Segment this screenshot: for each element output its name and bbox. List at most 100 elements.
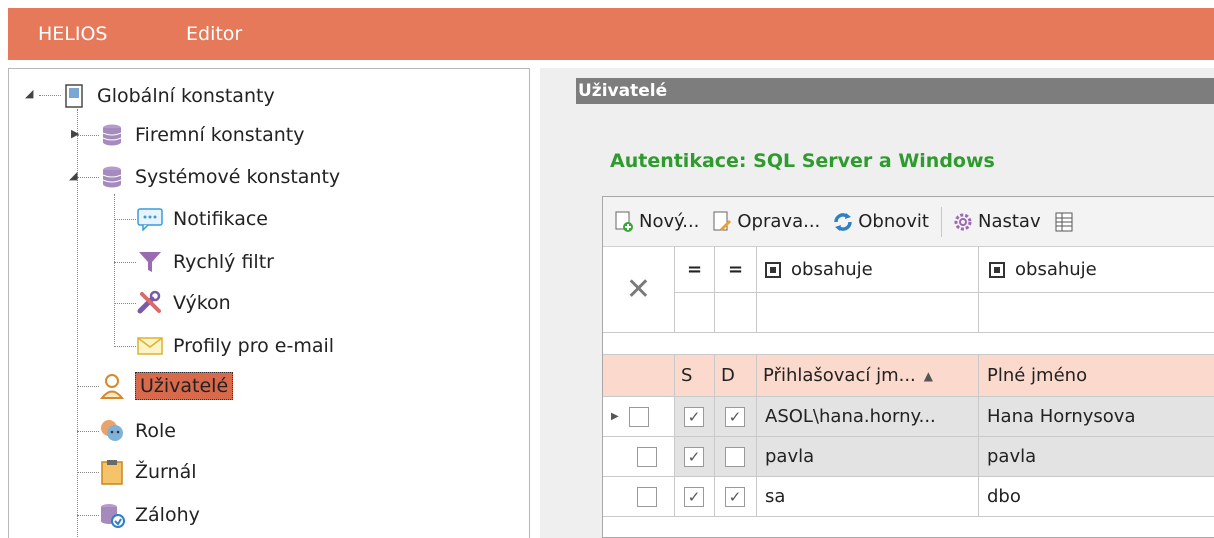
- tree-item-role[interactable]: Role: [99, 414, 176, 448]
- tree-item-vykon[interactable]: Výkon: [137, 286, 231, 320]
- grid-toolbar: Nový... Oprava... Obnovit Nastav: [603, 197, 1214, 247]
- filter-operator-s[interactable]: =: [675, 247, 715, 293]
- toolbar-separator: [941, 206, 942, 237]
- expand-toggle-firemni[interactable]: ▶: [71, 127, 79, 140]
- cell-login[interactable]: sa: [757, 477, 979, 517]
- column-header-s[interactable]: S: [675, 355, 715, 397]
- tree-connector: [114, 303, 136, 304]
- filter-input-s[interactable]: [675, 293, 715, 333]
- row-select-checkbox[interactable]: [637, 446, 657, 467]
- tree-connector: [39, 95, 61, 96]
- backup-database-icon: [99, 502, 125, 528]
- filter-operator-name[interactable]: obsahuje: [979, 247, 1214, 293]
- edit-document-icon: [711, 211, 733, 233]
- cell-s[interactable]: ✓: [675, 397, 715, 437]
- filter-operator-label: obsahuje: [1015, 259, 1097, 280]
- authentication-label: Autentikace: SQL Server a Windows: [610, 150, 995, 172]
- checkbox-d[interactable]: ✓: [725, 406, 745, 427]
- tools-icon: [137, 290, 163, 316]
- tree-item-profily-email[interactable]: Profily pro e-mail: [137, 329, 334, 363]
- cell-name[interactable]: dbo: [979, 477, 1214, 517]
- new-document-icon: [613, 211, 635, 233]
- settings-button[interactable]: Nastav: [952, 211, 1041, 233]
- tree-item-notifikace[interactable]: Notifikace: [137, 202, 268, 236]
- refresh-button-label: Obnovit: [858, 211, 929, 232]
- tree-item-label: Profily pro e-mail: [173, 335, 335, 357]
- table-row[interactable]: ▶: [603, 397, 675, 437]
- new-button[interactable]: Nový...: [613, 211, 699, 233]
- checkbox-s[interactable]: ✓: [684, 406, 704, 427]
- tree-item-rychly-filtr[interactable]: Rychlý filtr: [137, 245, 274, 279]
- tree-item-label: Globální konstanty: [97, 85, 275, 107]
- checkbox-d[interactable]: ✓: [725, 486, 745, 507]
- tree-item-systemove-konstanty[interactable]: Systémové konstanty: [99, 160, 340, 194]
- tree-connector: [114, 262, 136, 263]
- refresh-button[interactable]: Obnovit: [832, 211, 929, 233]
- filter-spacer: [603, 333, 1214, 355]
- operator-icon: [765, 261, 781, 278]
- tree-connector: [77, 386, 99, 387]
- masks-icon: [99, 418, 125, 444]
- tree-item-label: Role: [135, 420, 176, 442]
- database-icon: [99, 122, 125, 148]
- gear-icon: [952, 211, 974, 233]
- table-row[interactable]: [603, 477, 675, 517]
- column-header-label: Přihlašovací jm...: [763, 365, 916, 386]
- tree-item-label: Systémové konstanty: [135, 166, 341, 188]
- filter-operator-d[interactable]: =: [715, 247, 757, 293]
- filter-input-login[interactable]: [757, 293, 979, 333]
- filter-operator-login[interactable]: obsahuje: [757, 247, 979, 293]
- cell-d[interactable]: [715, 437, 757, 477]
- clipboard-icon: [99, 459, 125, 485]
- cell-name[interactable]: Hana Hornysova: [979, 397, 1214, 437]
- tree-item-zurnal[interactable]: Žurnál: [99, 455, 197, 489]
- tree-item-zalohy[interactable]: Zálohy: [99, 498, 200, 532]
- sort-ascending-icon: ▲: [923, 368, 934, 383]
- tree-connector: [77, 472, 99, 473]
- menu-editor[interactable]: Editor: [186, 8, 242, 60]
- columns-button[interactable]: [1053, 211, 1079, 233]
- checkbox-s[interactable]: ✓: [684, 446, 704, 467]
- user-icon: [99, 373, 125, 399]
- cell-s[interactable]: ✓: [675, 437, 715, 477]
- tree-item-globalni-konstanty[interactable]: Globální konstanty: [61, 79, 275, 113]
- top-bar: HELIOS Editor: [8, 8, 1214, 60]
- cell-name[interactable]: pavla: [979, 437, 1214, 477]
- column-header-d[interactable]: D: [715, 355, 757, 397]
- tree-item-firemni-konstanty[interactable]: Firemní konstanty: [99, 118, 305, 152]
- table-columns-icon: [1053, 211, 1075, 233]
- menu-helios[interactable]: HELIOS: [38, 8, 108, 60]
- close-icon: ✕: [625, 272, 652, 307]
- edit-button[interactable]: Oprava...: [711, 211, 820, 233]
- tree-item-label: Notifikace: [173, 208, 268, 230]
- cell-d[interactable]: ✓: [715, 477, 757, 517]
- tree-connector: [77, 515, 99, 516]
- checkbox-s[interactable]: ✓: [684, 486, 704, 507]
- filter-input-name[interactable]: [979, 293, 1214, 333]
- tree-connector: [114, 219, 136, 220]
- cell-d[interactable]: ✓: [715, 397, 757, 437]
- cell-s[interactable]: ✓: [675, 477, 715, 517]
- row-select-checkbox[interactable]: [637, 486, 657, 507]
- tree-item-label: Uživatelé: [135, 372, 234, 400]
- cell-login[interactable]: ASOL\hana.horny...: [757, 397, 979, 437]
- tree-item-label: Zálohy: [135, 504, 200, 526]
- tree-item-label: Firemní konstanty: [135, 124, 305, 146]
- collapse-toggle-systemove[interactable]: ◢: [69, 169, 77, 182]
- row-select-checkbox[interactable]: [628, 406, 649, 427]
- tree-connector: [114, 346, 136, 347]
- checkbox-d[interactable]: [725, 446, 745, 467]
- table-row[interactable]: [603, 437, 675, 477]
- clear-filter-button[interactable]: ✕: [603, 247, 675, 333]
- users-grid: Nový... Oprava... Obnovit Nastav ✕ = = o…: [602, 196, 1214, 538]
- column-header-name[interactable]: Plné jméno: [979, 355, 1214, 397]
- column-header-login[interactable]: Přihlašovací jm... ▲: [757, 355, 979, 397]
- cell-login[interactable]: pavla: [757, 437, 979, 477]
- filter-input-d[interactable]: [715, 293, 757, 333]
- refresh-icon: [832, 211, 854, 233]
- settings-button-label: Nastav: [978, 211, 1041, 232]
- content-panel: Uživatelé Autentikace: SQL Server a Wind…: [540, 68, 1214, 538]
- tree-item-uzivatele[interactable]: Uživatelé: [99, 369, 234, 403]
- collapse-toggle-root[interactable]: ◢: [25, 87, 33, 100]
- filter-operator-label: obsahuje: [791, 259, 873, 280]
